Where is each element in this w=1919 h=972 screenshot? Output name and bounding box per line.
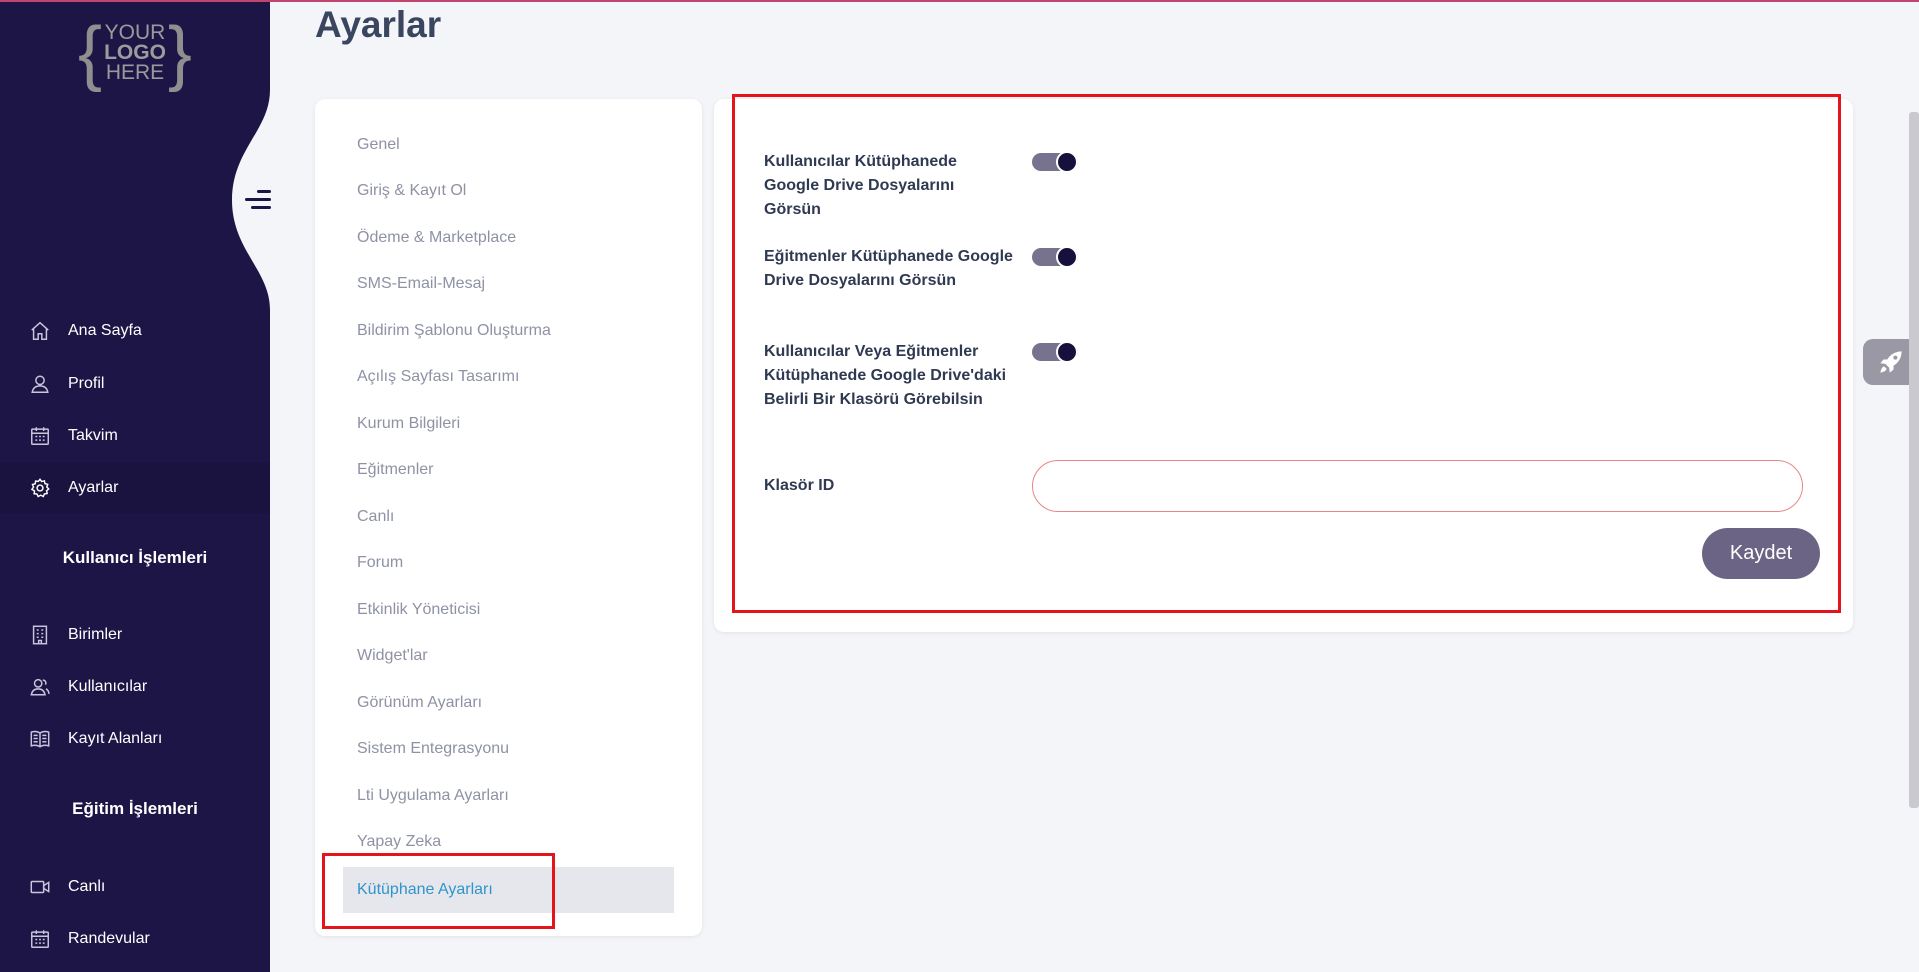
settings-menu-item[interactable]: Etkinlik Yöneticisi bbox=[343, 587, 674, 633]
section-heading-user-operations: Kullanıcı İşlemleri bbox=[62, 548, 208, 567]
sidebar-item-label: Profil bbox=[68, 375, 105, 392]
settings-menu: Genel Giriş & Kayıt Ol Ödeme & Marketpla… bbox=[315, 99, 702, 936]
sidebar-item-profile[interactable]: Profil bbox=[0, 359, 270, 409]
user-icon bbox=[28, 372, 52, 396]
settings-menu-item[interactable]: Giriş & Kayıt Ol bbox=[343, 168, 674, 214]
sidebar-item-label: Birimler bbox=[68, 626, 123, 643]
video-icon bbox=[28, 875, 52, 899]
settings-menu-item[interactable]: Görünüm Ayarları bbox=[343, 680, 674, 726]
settings-menu-item[interactable]: Bildirim Şablonu Oluşturma bbox=[343, 308, 674, 354]
logo[interactable]: { YOUR LOGO HERE } bbox=[78, 16, 192, 90]
sidebar-item-label: Takvim bbox=[68, 427, 118, 444]
building-icon bbox=[28, 623, 52, 647]
sidebar-item-label: Kayıt Alanları bbox=[68, 730, 163, 747]
settings-menu-item[interactable]: Yapay Zeka bbox=[343, 819, 674, 865]
sidebar-item-settings[interactable]: Ayarlar bbox=[0, 463, 270, 513]
calendar-icon bbox=[28, 424, 52, 448]
book-icon bbox=[28, 727, 52, 751]
folder-id-input[interactable] bbox=[1032, 460, 1803, 512]
settings-menu-item-library[interactable]: Kütüphane Ayarları bbox=[343, 867, 674, 913]
sidebar-item-units[interactable]: Birimler bbox=[0, 610, 270, 660]
toggle-specific-folder[interactable] bbox=[1032, 341, 1080, 363]
settings-menu-item[interactable]: Genel bbox=[343, 122, 674, 168]
settings-menu-item[interactable]: Widget'lar bbox=[343, 633, 674, 679]
settings-menu-item[interactable]: Canlı bbox=[343, 494, 674, 540]
toggle-label-specific-folder: Kullanıcılar Veya Eğitmenler Kütüphanede… bbox=[764, 343, 1007, 408]
sidebar-item-label: Ana Sayfa bbox=[68, 322, 142, 339]
toggle-label-users-drive: Kullanıcılar Kütüphanede Google Drive Do… bbox=[764, 153, 957, 218]
menu-toggle-icon[interactable] bbox=[243, 190, 271, 214]
sidebar-item-live[interactable]: Canlı bbox=[0, 862, 270, 912]
settings-menu-item[interactable]: Açılış Sayfası Tasarımı bbox=[343, 354, 674, 400]
sidebar-item-label: Randevular bbox=[68, 930, 150, 947]
sidebar-item-calendar[interactable]: Takvim bbox=[0, 411, 270, 461]
settings-menu-item[interactable]: Eğitmenler bbox=[343, 447, 674, 493]
sidebar-item-home[interactable]: Ana Sayfa bbox=[0, 306, 270, 356]
logo-line-1: YOUR bbox=[104, 21, 166, 44]
logo-line-3: HERE bbox=[105, 61, 165, 84]
section-heading-education-operations: Eğitim İşlemleri bbox=[72, 799, 198, 818]
home-icon bbox=[28, 319, 52, 343]
sidebar-item-registration-fields[interactable]: Kayıt Alanları bbox=[0, 714, 270, 764]
settings-menu-item[interactable]: Lti Uygulama Ayarları bbox=[343, 773, 674, 819]
page-scrollbar[interactable] bbox=[1909, 112, 1919, 808]
toggle-users-drive[interactable] bbox=[1032, 151, 1080, 173]
logo-line-2: LOGO bbox=[104, 41, 166, 64]
library-settings-panel: Kullanıcılar Kütüphanede Google Drive Do… bbox=[714, 99, 1853, 632]
top-accent-line bbox=[0, 0, 1919, 2]
sidebar-item-label: Ayarlar bbox=[68, 479, 119, 496]
settings-menu-item[interactable]: Sistem Entegrasyonu bbox=[343, 726, 674, 772]
page-title: Ayarlar bbox=[315, 4, 442, 45]
folder-id-label: Klasör ID bbox=[764, 477, 835, 494]
gear-icon bbox=[28, 476, 52, 500]
settings-menu-item[interactable]: SMS-Email-Mesaj bbox=[343, 261, 674, 307]
rocket-icon bbox=[1880, 351, 1902, 373]
toggle-instructors-drive[interactable] bbox=[1032, 246, 1080, 268]
sidebar-item-label: Canlı bbox=[68, 878, 106, 895]
users-icon bbox=[28, 675, 52, 699]
settings-menu-item[interactable]: Kurum Bilgileri bbox=[343, 401, 674, 447]
save-button[interactable]: Kaydet bbox=[1702, 528, 1820, 579]
sidebar-item-users[interactable]: Kullanıcılar bbox=[0, 662, 270, 712]
toggle-label-instructors-drive: Eğitmenler Kütüphanede Google Drive Dosy… bbox=[764, 248, 1013, 289]
sidebar-item-appointments[interactable]: Randevular bbox=[0, 914, 270, 964]
sidebar-item-label: Kullanıcılar bbox=[68, 678, 148, 695]
settings-menu-item[interactable]: Ödeme & Marketplace bbox=[343, 215, 674, 261]
settings-menu-item[interactable]: Forum bbox=[343, 540, 674, 586]
calendar-icon bbox=[28, 927, 52, 951]
